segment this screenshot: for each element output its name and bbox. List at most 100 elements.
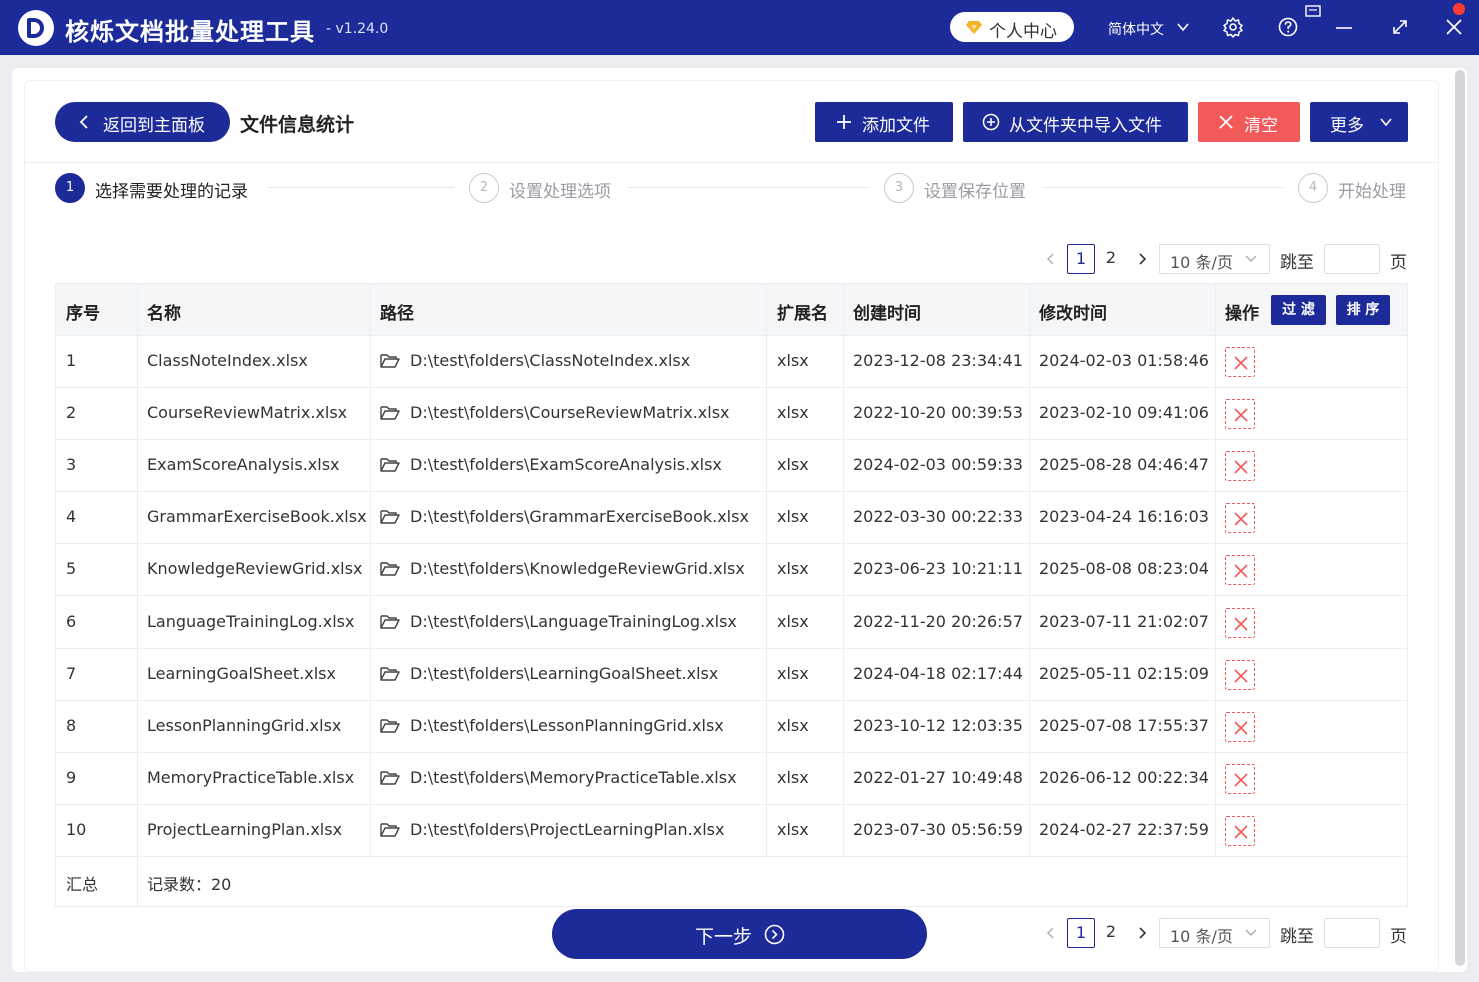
cell-modified: 2025-08-28 04:46:47 bbox=[1039, 455, 1209, 475]
delete-row-button[interactable] bbox=[1225, 555, 1255, 586]
cell-ext: xlsx bbox=[777, 767, 809, 787]
cell-actions bbox=[1215, 336, 1407, 387]
clear-button[interactable]: 清空 bbox=[1198, 102, 1300, 142]
import-folder-button[interactable]: 从文件夹中导入文件 bbox=[963, 102, 1188, 142]
cell-index: 8 bbox=[66, 715, 77, 735]
delete-row-button[interactable] bbox=[1225, 607, 1255, 638]
table-row[interactable]: 10 ProjectLearningPlan.xlsx D:\test\folder… bbox=[56, 805, 1407, 857]
page-2-button[interactable]: 2 bbox=[1097, 918, 1125, 948]
next-step-button[interactable]: 下一步 bbox=[552, 909, 927, 959]
folder-open-icon[interactable] bbox=[380, 718, 400, 734]
cell-created: 2023-12-08 23:34:41 bbox=[853, 351, 1023, 370]
delete-row-button[interactable] bbox=[1225, 763, 1255, 794]
close-icon bbox=[1234, 564, 1248, 578]
prev-page-icon[interactable] bbox=[1044, 926, 1058, 940]
cell-created: 2023-10-12 12:03:35 bbox=[853, 715, 1023, 735]
sort-button[interactable]: 排 序 bbox=[1336, 295, 1390, 325]
cell-path: D:\test\folders\GrammarExerciseBook.xlsx bbox=[370, 492, 766, 543]
close-icon bbox=[1234, 460, 1248, 474]
table-row[interactable]: 8 LessonPlanningGrid.xlsx D:\test\folders\… bbox=[56, 701, 1407, 753]
minimize-icon[interactable] bbox=[1333, 16, 1355, 38]
cell-actions bbox=[1215, 492, 1407, 543]
header-ext: 扩展名 bbox=[777, 304, 828, 324]
gear-icon[interactable] bbox=[1222, 16, 1244, 38]
step-3-number: 3 bbox=[884, 173, 914, 203]
page-size-select[interactable]: 10 条/页 bbox=[1159, 918, 1270, 948]
page-suffix: 页 bbox=[1390, 253, 1407, 273]
language-selector[interactable]: 简体中文 bbox=[1108, 19, 1164, 39]
close-icon bbox=[1234, 356, 1248, 370]
cell-modified: 2024-02-27 22:37:59 bbox=[1039, 819, 1209, 839]
cell-path: D:\test\folders\ExamScoreAnalysis.xlsx bbox=[370, 440, 766, 491]
user-center-button[interactable]: 个人中心 bbox=[950, 12, 1074, 42]
folder-open-icon[interactable] bbox=[380, 405, 400, 421]
folder-open-icon[interactable] bbox=[380, 822, 400, 838]
folder-open-icon[interactable] bbox=[380, 561, 400, 577]
vertical-scrollbar[interactable] bbox=[1455, 70, 1465, 966]
page-1-button[interactable]: 1 bbox=[1067, 244, 1095, 274]
page-1-button[interactable]: 1 bbox=[1067, 918, 1095, 948]
next-page-icon[interactable] bbox=[1135, 252, 1149, 266]
table-row[interactable]: 2 CourseReviewMatrix.xlsx D:\test\folders\… bbox=[56, 388, 1407, 441]
delete-row-button[interactable] bbox=[1225, 399, 1255, 430]
back-to-main-button[interactable]: 返回到主面板 bbox=[55, 102, 230, 142]
cell-created: 2022-01-27 10:49:48 bbox=[853, 767, 1023, 787]
delete-row-button[interactable] bbox=[1225, 815, 1255, 846]
header-path: 路径 bbox=[380, 304, 414, 324]
step-1-number: 1 bbox=[55, 173, 85, 203]
folder-open-icon[interactable] bbox=[380, 666, 400, 682]
cell-created: 2024-02-03 00:59:33 bbox=[853, 455, 1023, 475]
cell-actions bbox=[1215, 649, 1407, 700]
jump-page-input[interactable] bbox=[1324, 244, 1380, 274]
jump-page-input[interactable] bbox=[1324, 918, 1380, 948]
cell-actions bbox=[1215, 701, 1407, 752]
folder-open-icon[interactable] bbox=[380, 509, 400, 525]
help-icon[interactable] bbox=[1277, 16, 1299, 38]
cell-ext: xlsx bbox=[777, 507, 809, 527]
folder-open-icon[interactable] bbox=[380, 770, 400, 786]
prev-page-icon[interactable] bbox=[1044, 252, 1058, 266]
delete-row-button[interactable] bbox=[1225, 451, 1255, 482]
cell-created: 2024-04-18 02:17:44 bbox=[853, 663, 1023, 683]
chevron-down-icon[interactable] bbox=[1176, 20, 1190, 34]
folder-open-icon[interactable] bbox=[380, 353, 400, 369]
cell-index: 4 bbox=[66, 507, 77, 527]
delete-row-button[interactable] bbox=[1225, 659, 1255, 690]
app-version: - v1.24.0 bbox=[326, 21, 389, 37]
table-row[interactable]: 9 MemoryPracticeTable.xlsx D:\test\folders… bbox=[56, 753, 1407, 805]
plus-icon bbox=[837, 115, 851, 129]
table-row[interactable]: 4 GrammarExerciseBook.xlsx D:\test\folders… bbox=[56, 492, 1407, 545]
page-size-value: 10 条/页 bbox=[1170, 253, 1233, 272]
cell-modified: 2025-08-08 08:23:04 bbox=[1039, 559, 1209, 579]
cell-path: D:\test\folders\LearningGoalSheet.xlsx bbox=[370, 649, 766, 700]
step-connector bbox=[1043, 187, 1283, 188]
close-icon[interactable] bbox=[1443, 16, 1465, 38]
filter-button[interactable]: 过 滤 bbox=[1271, 295, 1326, 325]
table-row[interactable]: 1 ClassNoteIndex.xlsx D:\test\folders\Clas… bbox=[56, 336, 1407, 388]
toolbar-divider bbox=[24, 162, 1439, 163]
delete-row-button[interactable] bbox=[1225, 503, 1255, 534]
more-button[interactable]: 更多 bbox=[1310, 102, 1408, 142]
cell-index: 5 bbox=[66, 559, 77, 579]
folder-open-icon[interactable] bbox=[380, 614, 400, 630]
delete-row-button[interactable] bbox=[1225, 711, 1255, 742]
cell-index: 7 bbox=[66, 663, 77, 683]
table-row[interactable]: 7 LearningGoalSheet.xlsx D:\test\folders\L… bbox=[56, 649, 1407, 701]
cell-name: LanguageTrainingLog.xlsx bbox=[147, 611, 355, 631]
page-size-select[interactable]: 10 条/页 bbox=[1159, 244, 1270, 274]
table-row[interactable]: 5 KnowledgeReviewGrid.xlsx D:\test\folders… bbox=[56, 544, 1407, 597]
delete-row-button[interactable] bbox=[1225, 347, 1255, 377]
table-row[interactable]: 3 ExamScoreAnalysis.xlsx D:\test\folders\E… bbox=[56, 440, 1407, 493]
cell-ext: xlsx bbox=[777, 351, 809, 370]
cell-index: 1 bbox=[66, 351, 77, 370]
cell-name: KnowledgeReviewGrid.xlsx bbox=[147, 559, 363, 579]
page-2-button[interactable]: 2 bbox=[1097, 244, 1125, 274]
page-size-value: 10 条/页 bbox=[1170, 927, 1233, 946]
table-row[interactable]: 6 LanguageTrainingLog.xlsx D:\test\folders… bbox=[56, 597, 1407, 649]
next-page-icon[interactable] bbox=[1135, 926, 1149, 940]
add-files-button[interactable]: 添加文件 bbox=[815, 102, 953, 142]
cell-index: 3 bbox=[66, 455, 77, 475]
folder-open-icon[interactable] bbox=[380, 457, 400, 473]
maximize-icon[interactable] bbox=[1389, 16, 1411, 38]
message-icon[interactable] bbox=[1305, 5, 1321, 19]
